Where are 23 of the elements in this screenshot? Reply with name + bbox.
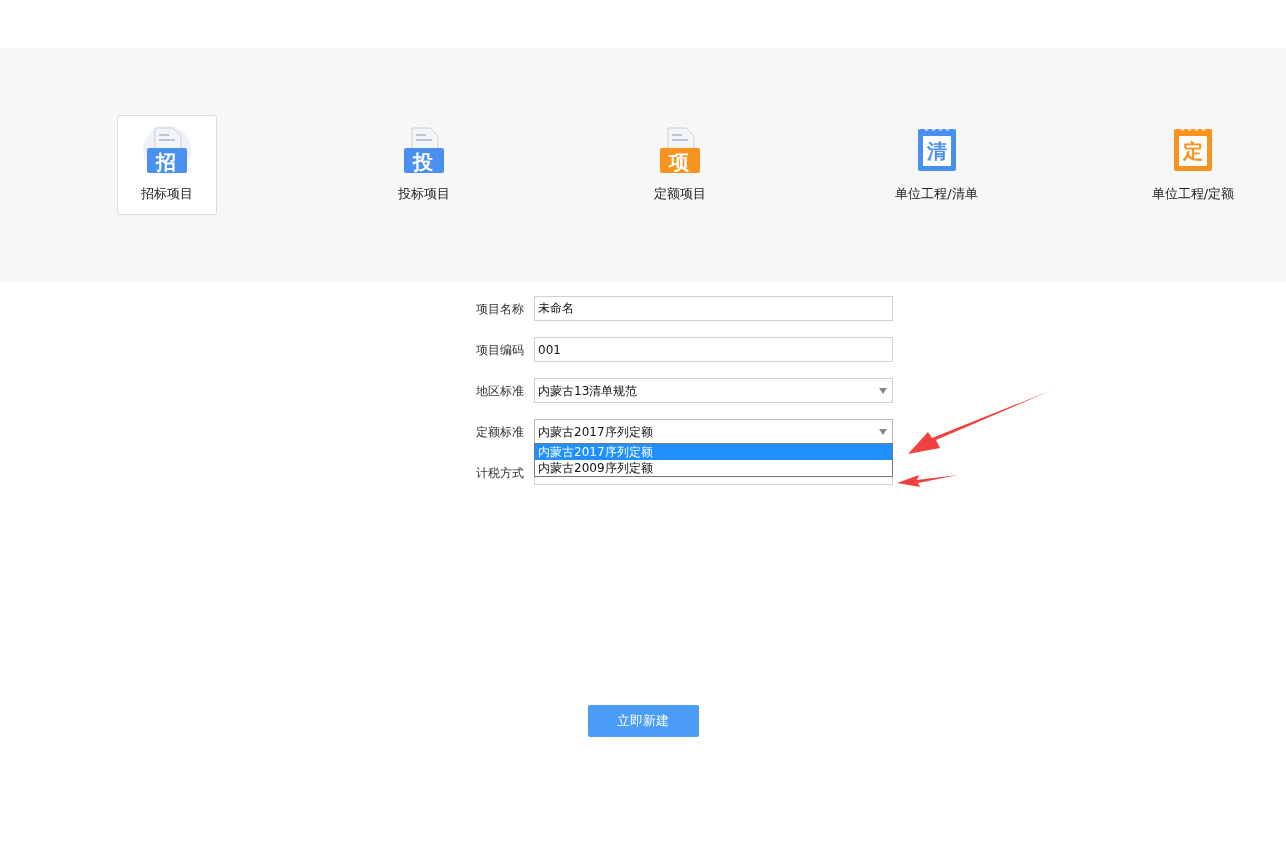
field-label: 计税方式 (475, 464, 524, 482)
icon-glyph: 招 (156, 151, 176, 172)
project-type-tile[interactable]: 定 单位工程/定额 (1143, 114, 1243, 215)
project-type-tile[interactable]: 投 投标项目 (373, 114, 474, 215)
icon-glyph: 投 (412, 151, 433, 172)
project-type-tile[interactable]: 项 定额项目 (630, 114, 730, 215)
field-label: 项目编码 (475, 341, 524, 359)
icon-glyph: 清 (926, 140, 947, 161)
field-label: 项目名称 (475, 300, 524, 318)
caret-icon (879, 387, 887, 394)
icon-glyph: 定 (1183, 140, 1203, 161)
text-field[interactable]: 未命名 (534, 296, 893, 321)
project-type-tile[interactable]: 清 单位工程/清单 (886, 114, 987, 215)
caret-icon (879, 428, 887, 435)
field-label: 定额标准 (475, 423, 524, 441)
select-field[interactable]: 内蒙古13清单规范 (534, 378, 893, 403)
select-value: 内蒙古13清单规范 (538, 382, 638, 400)
select-field[interactable]: 内蒙古2017序列定额 (534, 419, 893, 444)
icon-glyph: 项 (669, 151, 689, 172)
text-field[interactable]: 001 (534, 337, 893, 362)
field-label: 地区标准 (475, 382, 524, 400)
project-type-tile[interactable]: 招 招标项目 (117, 114, 217, 215)
select-value: 内蒙古2017序列定额 (538, 423, 653, 441)
